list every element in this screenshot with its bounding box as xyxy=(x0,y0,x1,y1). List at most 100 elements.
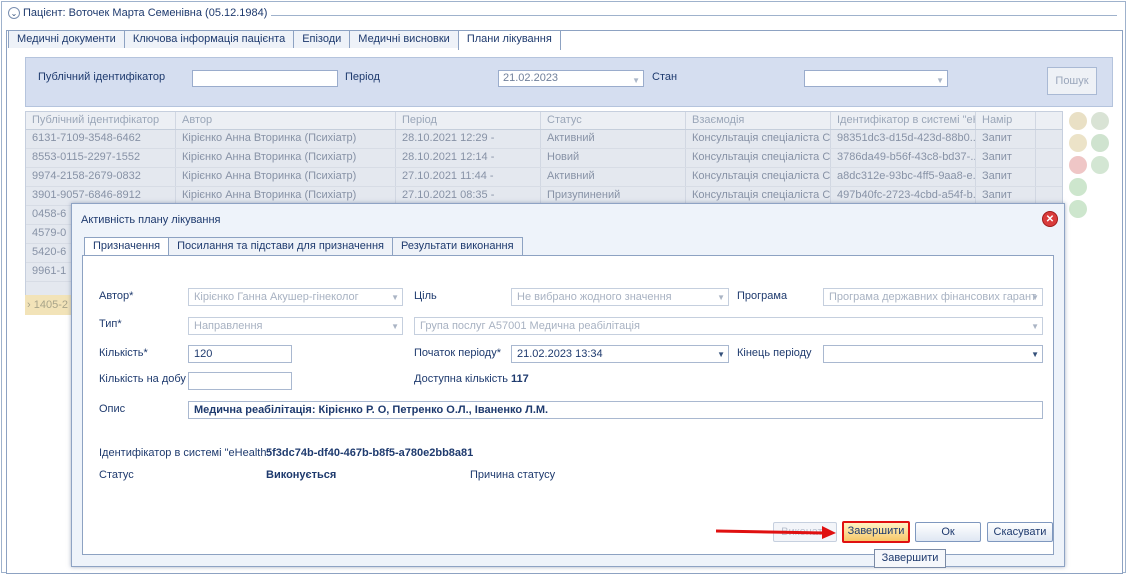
program-select[interactable]: Програма державних фінансових гарант ▼ xyxy=(823,288,1043,306)
period-start-label: Початок періоду* xyxy=(414,347,502,359)
status-label: Статус xyxy=(99,469,134,481)
cell-public-id: 1405-2 xyxy=(33,299,68,311)
cancel-button[interactable]: Скасувати xyxy=(987,522,1053,542)
column-header[interactable]: Намір xyxy=(976,112,1036,129)
service-value: Група послуг A57001 Медична реабілітація xyxy=(420,320,640,332)
cell-period: 27.10.2021 11:44 - xyxy=(396,168,541,186)
tab-assignment[interactable]: Призначення xyxy=(84,237,170,257)
cell-period: 28.10.2021 12:29 - xyxy=(396,130,541,148)
cell-status: Новий xyxy=(541,149,686,167)
patient-header[interactable]: ⌄ Пацієнт: Воточек Марта Семенівна (05.1… xyxy=(8,6,272,20)
cell-ehealth-id: 98351dc3-d15d-423d-88b0... xyxy=(831,130,976,148)
status-value: Виконується xyxy=(266,469,337,481)
grid-header: Публічний ідентифікатор Автор Період Ста… xyxy=(26,112,1062,130)
selected-row-stub[interactable]: › 1405-2 xyxy=(25,295,72,315)
tab-medical-documents[interactable]: Медичні документи xyxy=(8,30,125,48)
main-tabs: Медичні документи Ключова інформація пац… xyxy=(8,30,561,50)
filter-bar: Публічний ідентифікатор Період 21.02.202… xyxy=(25,57,1113,107)
chevron-down-icon[interactable]: ▼ xyxy=(632,73,640,88)
chevron-down-icon[interactable]: ▼ xyxy=(717,347,725,362)
cell-author: Кірієнко Анна Вторинка (Психіатр) xyxy=(176,149,396,167)
chevron-down-icon: ▼ xyxy=(391,293,399,302)
search-button[interactable]: Пошук xyxy=(1047,67,1097,95)
period-start-value: 21.02.2023 13:34 xyxy=(517,348,603,360)
chevron-down-icon: ▼ xyxy=(391,322,399,331)
ok-button[interactable]: Ок xyxy=(915,522,981,542)
ehealth-id-label: Ідентифікатор в системі "eHealth" xyxy=(99,447,271,459)
cell-intent: Запит xyxy=(976,168,1036,186)
column-header[interactable]: Ідентифікатор в системі "eHe xyxy=(831,112,976,129)
add-icon[interactable] xyxy=(1069,178,1087,196)
cancel-icon[interactable] xyxy=(1069,156,1087,174)
chevron-down-icon[interactable]: ▼ xyxy=(1031,347,1039,362)
type-select[interactable]: Направлення ▼ xyxy=(188,317,403,335)
tools-icon[interactable] xyxy=(1091,112,1109,130)
cell-intent: Запит xyxy=(976,130,1036,148)
finish-tooltip: Завершити xyxy=(874,549,946,568)
per-day-label: Кількість на добу xyxy=(99,373,186,385)
cell-ehealth-id: 3786da49-b56f-43c8-bd37-... xyxy=(831,149,976,167)
cell-status: Активний xyxy=(541,130,686,148)
flag-icon[interactable] xyxy=(1091,156,1109,174)
edit-icon[interactable] xyxy=(1069,112,1087,130)
column-header[interactable]: Статус xyxy=(541,112,686,129)
cell-status: Активний xyxy=(541,168,686,186)
per-day-input[interactable] xyxy=(188,372,292,390)
status-select[interactable]: ▼ xyxy=(804,70,948,87)
chevron-down-icon[interactable]: ⌄ xyxy=(8,7,20,19)
red-arrow-annotation xyxy=(716,526,836,539)
refresh-icon[interactable] xyxy=(1091,134,1109,152)
table-row[interactable]: 9974-2158-2679-0832 Кірієнко Анна Вторин… xyxy=(26,168,1062,187)
author-select[interactable]: Кірієнко Ганна Акушер-гінеколог ▼ xyxy=(188,288,403,306)
tab-episodes[interactable]: Епізоди xyxy=(293,30,351,48)
goal-label: Ціль xyxy=(414,290,437,302)
service-select[interactable]: Група послуг A57001 Медична реабілітація… xyxy=(414,317,1043,335)
close-icon[interactable]: ✕ xyxy=(1042,211,1058,227)
cell-period: 28.10.2021 12:14 - xyxy=(396,149,541,167)
period-input[interactable]: 21.02.2023 ▼ xyxy=(498,70,644,87)
add-activity-icon[interactable] xyxy=(1069,200,1087,218)
goal-select[interactable]: Не вибрано жодного значення ▼ xyxy=(511,288,729,306)
cell-interaction: Консультація спеціаліста С... xyxy=(686,168,831,186)
period-end-label: Кінець періоду xyxy=(737,347,812,359)
column-header[interactable]: Автор xyxy=(176,112,396,129)
table-row[interactable]: 6131-7109-3548-6462 Кірієнко Анна Вторин… xyxy=(26,130,1062,149)
goal-value: Не вибрано жодного значення xyxy=(517,291,672,303)
care-plan-activity-dialog: Активність плану лікування ✕ Призначення… xyxy=(71,203,1065,567)
cell-intent: Запит xyxy=(976,149,1036,167)
description-label: Опис xyxy=(99,403,126,415)
tab-references[interactable]: Посилання та підстави для призначення xyxy=(168,237,393,255)
column-header[interactable]: Період xyxy=(396,112,541,129)
period-end-input[interactable]: ▼ xyxy=(823,345,1043,363)
quantity-label: Кількість* xyxy=(99,347,148,359)
assignment-panel: Автор* Кірієнко Ганна Акушер-гінеколог ▼ … xyxy=(82,255,1054,555)
dialog-tabs: Призначення Посилання та підстави для пр… xyxy=(84,237,523,257)
public-id-input[interactable] xyxy=(192,70,338,87)
chevron-down-icon[interactable]: ▼ xyxy=(936,73,944,88)
period-value: 21.02.2023 xyxy=(503,72,559,84)
cell-interaction: Консультація спеціаліста С... xyxy=(686,130,831,148)
description-input[interactable]: Медична реабілітація: Кірієнко Р. О, Пет… xyxy=(188,401,1043,419)
status-reason-label: Причина статусу xyxy=(470,469,556,481)
quantity-input[interactable]: 120 xyxy=(188,345,292,363)
cell-author: Кірієнко Анна Вторинка (Психіатр) xyxy=(176,168,396,186)
tab-care-plans[interactable]: Плани лікування xyxy=(457,30,561,50)
chevron-down-icon: ▼ xyxy=(717,293,725,302)
finish-button[interactable]: Завершити xyxy=(842,521,910,543)
title-divider xyxy=(252,15,1117,16)
column-header[interactable]: Публічний ідентифікатор xyxy=(26,112,176,129)
patient-title: Пацієнт: Воточек Марта Семенівна (05.12.… xyxy=(23,7,268,19)
available-label: Доступна кількість xyxy=(414,373,508,385)
tab-key-info[interactable]: Ключова інформація пацієнта xyxy=(123,30,295,48)
period-start-input[interactable]: 21.02.2023 13:34 ▼ xyxy=(511,345,729,363)
available-value: 117 xyxy=(511,373,529,385)
table-row[interactable]: 8553-0115-2297-1552 Кірієнко Анна Вторин… xyxy=(26,149,1062,168)
program-value: Програма державних фінансових гарант xyxy=(829,291,1037,303)
cell-author: Кірієнко Анна Вторинка (Психіатр) xyxy=(176,130,396,148)
type-label: Тип* xyxy=(99,318,122,330)
column-header[interactable]: Взаємодія xyxy=(686,112,831,129)
public-id-label: Публічний ідентифікатор xyxy=(38,71,166,83)
tab-results[interactable]: Результати виконання xyxy=(392,237,523,255)
folder-icon[interactable] xyxy=(1069,134,1087,152)
tab-medical-conclusions[interactable]: Медичні висновки xyxy=(349,30,459,48)
